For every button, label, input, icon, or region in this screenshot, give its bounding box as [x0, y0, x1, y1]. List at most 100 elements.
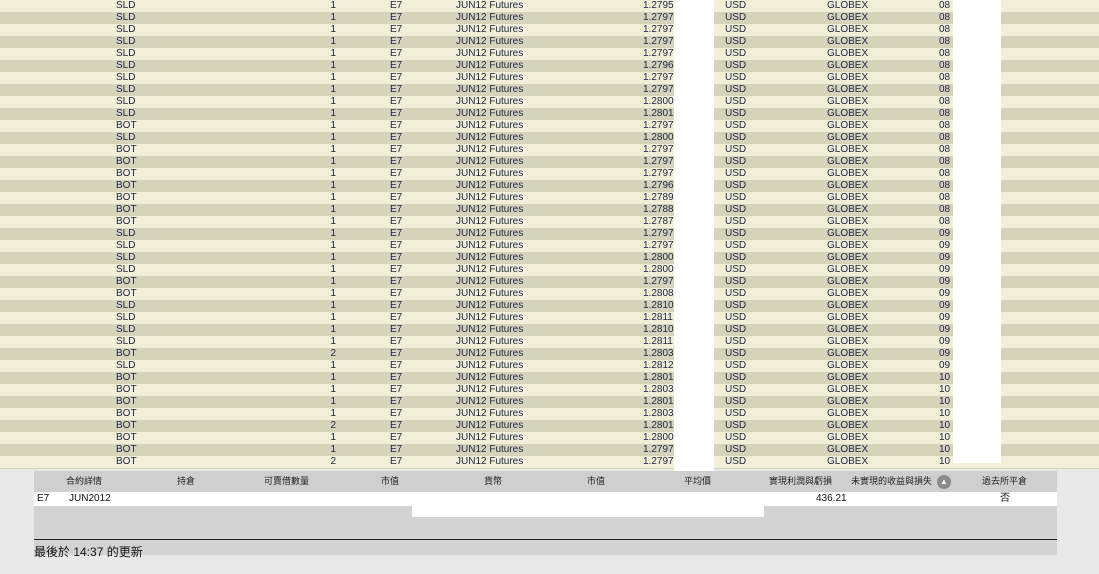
trade-price: 1.2811 [643, 336, 673, 347]
trade-description: JUN12 Futures [456, 216, 524, 227]
trade-price: 1.2800 [643, 468, 674, 469]
trade-currency: USD [725, 12, 747, 23]
trade-time: 09 [939, 336, 951, 347]
table-row[interactable]: SLD 1 E7 JUN12 Futures 1.2800 USD GLOBEX 08 [0, 132, 1099, 144]
table-row[interactable]: BOT 1 E7 JUN12 Futures 1.2801 USD GLOBEX 10 [0, 372, 1099, 384]
trade-time: 09 [939, 348, 951, 359]
table-row[interactable]: BOT 1 E7 JUN12 Futures 1.2797 USD GLOBEX 08 [0, 144, 1099, 156]
table-row[interactable]: BOT 1 E7 JUN12 Futures 1.2800 USD GLOBEX 10 [0, 432, 1099, 444]
table-row[interactable]: SLD 1 E7 JUN12 Futures 1.2797 USD GLOBEX 08 [0, 24, 1099, 36]
table-row[interactable]: BOT 1 E7 JUN12 Futures 1.2797 USD GLOBEX 10 [0, 444, 1099, 456]
trade-description: JUN12 Futures [456, 96, 524, 107]
table-row[interactable]: SLD 1 E7 JUN12 Futures 1.2797 USD GLOBEX 08 [0, 12, 1099, 24]
table-row[interactable]: SLD 1 E7 JUN12 Futures 1.2800 USD GLOBEX 08 [0, 96, 1099, 108]
trade-price: 1.2797 [643, 120, 674, 131]
header-realized-pnl[interactable]: 實現利潤與虧損 [769, 471, 832, 492]
table-row[interactable]: BOT 1 E7 JUN12 Futures 1.2789 USD GLOBEX 08 [0, 192, 1099, 204]
trade-action: BOT [116, 192, 137, 203]
trade-currency: USD [725, 336, 747, 347]
trade-time: 08 [939, 132, 951, 143]
trade-currency: USD [725, 300, 747, 311]
trade-exchange: GLOBEX [827, 312, 869, 323]
trade-currency: USD [725, 276, 747, 287]
table-row[interactable]: SLD 1 E7 JUN12 Futures 1.2797 USD GLOBEX 09 [0, 240, 1099, 252]
table-row[interactable]: BOT 1 E7 JUN12 Futures 1.2797 USD GLOBEX 08 [0, 156, 1099, 168]
table-row[interactable]: SLD 1 E7 JUN12 Futures 1.2811 USD GLOBEX 09 [0, 336, 1099, 348]
portfolio-expiry: JUN2012 [69, 493, 111, 504]
trade-exchange: GLOBEX [827, 180, 869, 191]
trade-currency: USD [725, 288, 747, 299]
table-row[interactable]: SLD 1 E7 JUN12 Futures 1.2800 USD GLOBEX 09 [0, 264, 1099, 276]
table-row[interactable]: SLD 1 E7 JUN12 Futures 1.2795 USD GLOBEX 08 [0, 0, 1099, 12]
table-row[interactable]: BOT 1 E7 JUN12 Futures 1.2808 USD GLOBEX 09 [0, 288, 1099, 300]
table-row[interactable]: BOT 1 E7 JUN12 Futures 1.2787 USD GLOBEX 08 [0, 216, 1099, 228]
trade-currency: USD [725, 372, 747, 383]
table-row[interactable]: SLD 1 E7 JUN12 Futures 1.2797 USD GLOBEX 08 [0, 36, 1099, 48]
triangle-up-icon[interactable]: ▲ [937, 475, 951, 489]
trade-currency: USD [725, 168, 747, 179]
table-row[interactable]: SLD 1 E7 JUN12 Futures 1.2810 USD GLOBEX 09 [0, 300, 1099, 312]
table-row[interactable]: SLD 1 E7 JUN12 Futures 1.2811 USD GLOBEX 09 [0, 312, 1099, 324]
table-row[interactable]: BOT 1 E7 JUN12 Futures 1.2796 USD GLOBEX 08 [0, 180, 1099, 192]
table-row[interactable]: BOT 1 E7 JUN12 Futures 1.2797 USD GLOBEX 08 [0, 168, 1099, 180]
trade-description: JUN12 Futures [456, 180, 524, 191]
trade-time: 08 [939, 216, 951, 227]
last-updated-label: 最後於 14:37 的更新 [34, 545, 143, 559]
table-row[interactable]: BOT 1 E7 JUN12 Futures 1.2797 USD GLOBEX 09 [0, 276, 1099, 288]
header-closed[interactable]: 過去所平倉 [982, 471, 1027, 492]
trade-currency: USD [725, 420, 747, 431]
trade-price: 1.2800 [643, 264, 674, 275]
trade-exchange: GLOBEX [827, 84, 869, 95]
trade-quantity: 1 [330, 300, 336, 311]
trade-currency: USD [725, 396, 747, 407]
table-row[interactable]: BOT 1 E7 JUN12 Futures 1.2788 USD GLOBEX 08 [0, 204, 1099, 216]
table-row[interactable]: SLD 1 E7 JUN12 Futures 1.2812 USD GLOBEX 09 [0, 360, 1099, 372]
trade-symbol: E7 [390, 228, 403, 239]
table-row[interactable]: BOT 2 E7 JUN12 Futures 1.2797 USD GLOBEX 10 [0, 456, 1099, 468]
trade-description: JUN12 Futures [456, 120, 524, 131]
trade-action: SLD [116, 24, 136, 35]
trade-quantity: 1 [330, 144, 336, 155]
trade-time: 08 [939, 144, 951, 155]
trade-description: JUN12 Futures [456, 432, 524, 443]
trade-action: BOT [116, 408, 137, 419]
trade-quantity: 1 [330, 216, 336, 227]
table-row[interactable]: BOT 1 E7 JUN12 Futures 1.2800 USD GLOBEX 10:40:… [0, 468, 1099, 469]
table-row[interactable]: BOT 1 E7 JUN12 Futures 1.2797 USD GLOBEX 08 [0, 120, 1099, 132]
table-row[interactable]: SLD 1 E7 JUN12 Futures 1.2801 USD GLOBEX 08 [0, 108, 1099, 120]
trade-quantity: 1 [330, 192, 336, 203]
header-position[interactable]: 持倉 [177, 471, 195, 492]
header-market-value[interactable]: 市值 [381, 471, 399, 492]
trade-description: JUN12 Futures [456, 12, 524, 23]
header-contract[interactable]: 合約詳情 [66, 471, 102, 492]
table-row[interactable]: SLD 1 E7 JUN12 Futures 1.2797 USD GLOBEX 08 [0, 48, 1099, 60]
trade-time: 09 [939, 252, 951, 263]
trade-quantity: 2 [330, 348, 336, 359]
trade-time: 09 [939, 264, 951, 275]
trade-quantity: 1 [330, 252, 336, 263]
header-market-value-2[interactable]: 市值 [587, 471, 605, 492]
table-row[interactable]: BOT 2 E7 JUN12 Futures 1.2801 USD GLOBEX 10 [0, 420, 1099, 432]
header-average-price[interactable]: 平均價 [684, 471, 711, 492]
trade-exchange: GLOBEX [827, 264, 869, 275]
header-currency[interactable]: 貨幣 [484, 471, 502, 492]
trade-quantity: 1 [330, 48, 336, 59]
table-row[interactable]: SLD 1 E7 JUN12 Futures 1.2810 USD GLOBEX 09 [0, 324, 1099, 336]
trade-exchange: GLOBEX [827, 444, 869, 455]
table-row[interactable]: BOT 1 E7 JUN12 Futures 1.2803 USD GLOBEX 10 [0, 384, 1099, 396]
table-row[interactable]: BOT 1 E7 JUN12 Futures 1.2803 USD GLOBEX 10 [0, 408, 1099, 420]
table-row[interactable]: SLD 1 E7 JUN12 Futures 1.2800 USD GLOBEX 09 [0, 252, 1099, 264]
header-unrealized-pnl[interactable]: 未實現的收益與損失 [851, 471, 932, 492]
table-row[interactable]: SLD 1 E7 JUN12 Futures 1.2797 USD GLOBEX 09 [0, 228, 1099, 240]
table-row[interactable]: BOT 2 E7 JUN12 Futures 1.2803 USD GLOBEX 09 [0, 348, 1099, 360]
trade-currency: USD [725, 96, 747, 107]
trade-action: BOT [116, 468, 137, 469]
table-row[interactable]: BOT 1 E7 JUN12 Futures 1.2801 USD GLOBEX 10 [0, 396, 1099, 408]
header-available[interactable]: 可賣借數量 [264, 471, 309, 492]
table-row[interactable]: SLD 1 E7 JUN12 Futures 1.2797 USD GLOBEX 08 [0, 72, 1099, 84]
table-row[interactable]: SLD 1 E7 JUN12 Futures 1.2797 USD GLOBEX 08 [0, 84, 1099, 96]
table-row[interactable]: SLD 1 E7 JUN12 Futures 1.2796 USD GLOBEX 08 [0, 60, 1099, 72]
trade-action: SLD [116, 240, 136, 251]
trade-time: 08 [939, 192, 951, 203]
portfolio-row[interactable]: E7 JUN2012 436.21 否 [34, 492, 1057, 506]
